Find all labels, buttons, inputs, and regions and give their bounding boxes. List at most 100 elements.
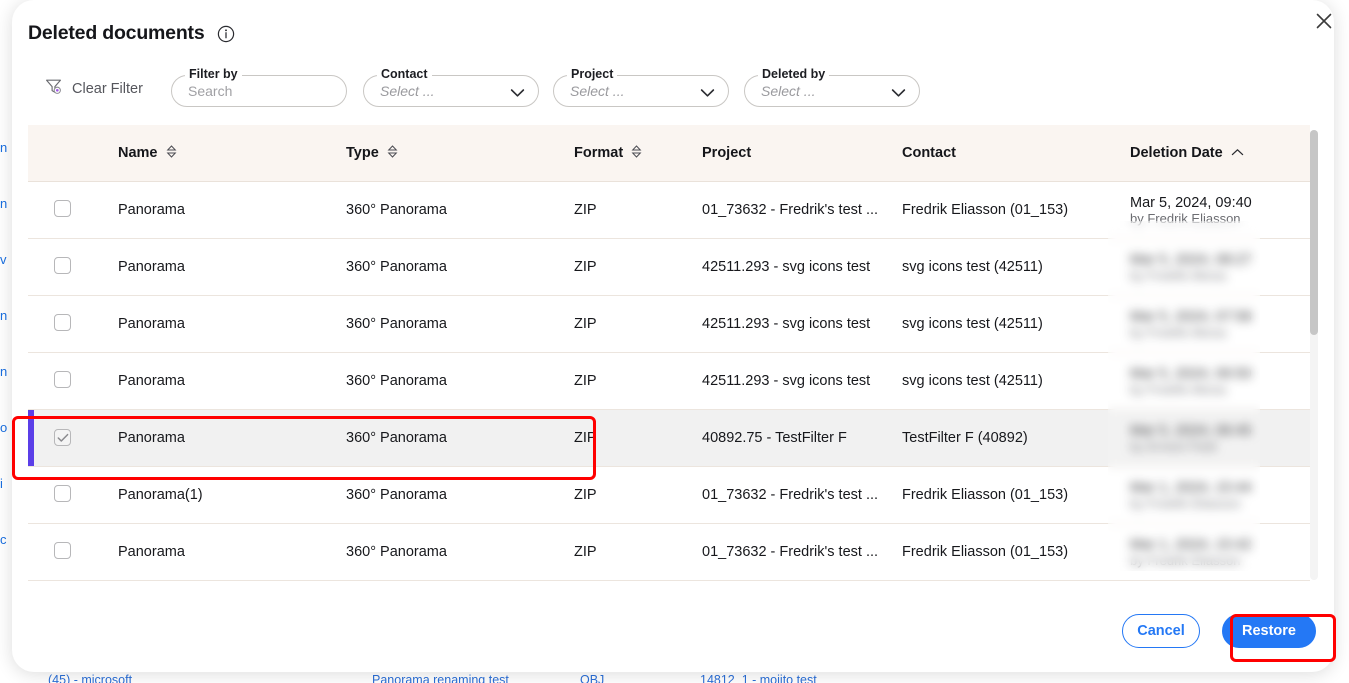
row-checkbox-cell[interactable] (28, 296, 102, 353)
sort-updown-icon[interactable] (166, 145, 177, 162)
table-body: Panorama360° PanoramaZIP01_73632 - Fredr… (28, 182, 1310, 581)
row-checkbox[interactable] (54, 314, 71, 331)
cell-format: ZIP (558, 182, 686, 239)
cell-deletion-date: Mar 5, 2024, 08:27by Fredrik Alicea (1114, 239, 1310, 296)
contact-select[interactable]: Contact Select ... (363, 75, 539, 107)
filter-by-field[interactable]: Filter by Search (171, 75, 347, 107)
table-row[interactable]: Panorama360° PanoramaZIP42511.293 - svg … (28, 353, 1310, 410)
cell-type-text: 360° Panorama (330, 430, 558, 446)
cell-type: 360° Panorama (330, 524, 558, 581)
row-checkbox[interactable] (54, 257, 71, 274)
cell-contact: svg icons test (42511) (886, 239, 1114, 296)
row-checkbox-cell[interactable] (28, 524, 102, 581)
background-bottom-text: Panorama renaming test (372, 673, 509, 683)
column-header-contact[interactable]: Contact (886, 125, 1114, 182)
cell-name: Panorama (102, 410, 330, 467)
deletion-date-author: by Ernest Field (1130, 439, 1310, 454)
cell-name: Panorama (102, 296, 330, 353)
table-scrollbar[interactable] (1310, 130, 1318, 580)
cell-name: Panorama (102, 353, 330, 410)
row-checkbox[interactable] (54, 429, 71, 446)
column-header-deletion-date[interactable]: Deletion Date (1114, 125, 1310, 182)
column-header-project[interactable]: Project (686, 125, 886, 182)
restore-button[interactable]: Restore (1222, 614, 1316, 648)
table-row[interactable]: Panorama360° PanoramaZIP42511.293 - svg … (28, 296, 1310, 353)
cell-format-text: ZIP (558, 487, 686, 503)
row-checkbox[interactable] (54, 371, 71, 388)
deleted-by-legend: Deleted by (758, 67, 829, 81)
filter-bar: Clear Filter Filter by Search Contact Se… (28, 70, 1318, 116)
cell-format-text: ZIP (558, 430, 686, 446)
cell-deletion-date: Mar 5, 2024, 07:58by Fredrik Alicea (1114, 296, 1310, 353)
background-bottom-text: 14812_1 - mojito test (700, 673, 817, 683)
cell-format-text: ZIP (558, 259, 686, 275)
cancel-button[interactable]: Cancel (1122, 614, 1200, 648)
cell-type-text: 360° Panorama (330, 487, 558, 503)
cell-type-text: 360° Panorama (330, 259, 558, 275)
clear-filter-button[interactable]: Clear Filter (44, 77, 143, 100)
cell-deletion-date: Mar 5, 2024, 06:50by Fredrik Alicea (1114, 353, 1310, 410)
row-checkbox-cell[interactable] (28, 182, 102, 239)
deletion-date-value: Mar 5, 2024, 06:45 (1130, 423, 1310, 439)
table-row[interactable]: Panorama360° PanoramaZIP01_73632 - Fredr… (28, 182, 1310, 239)
deletion-date-author: by Fredrik Eliasson (1130, 211, 1310, 226)
table-row[interactable]: Panorama360° PanoramaZIP01_73632 - Fredr… (28, 524, 1310, 581)
column-header-format[interactable]: Format (558, 125, 686, 182)
row-checkbox[interactable] (54, 542, 71, 559)
cell-format-text: ZIP (558, 373, 686, 389)
deletion-date-author: by Fredrik Eliasson (1130, 553, 1310, 568)
cell-type: 360° Panorama (330, 296, 558, 353)
cell-name-text: Panorama (102, 430, 330, 446)
deleted-by-select[interactable]: Deleted by Select ... (744, 75, 920, 107)
table-row[interactable]: Panorama360° PanoramaZIP42511.293 - svg … (28, 239, 1310, 296)
cell-project: 42511.293 - svg icons test (686, 353, 886, 410)
table-scrollbar-thumb[interactable] (1310, 130, 1318, 335)
row-checkbox[interactable] (54, 485, 71, 502)
deletion-date-author: by Fredrik Alicea (1130, 325, 1310, 340)
cell-contact-text: Fredrik Eliasson (01_153) (886, 544, 1114, 560)
row-checkbox-cell[interactable] (28, 410, 102, 467)
cell-project: 40892.75 - TestFilter F (686, 410, 886, 467)
chevron-down-icon[interactable] (891, 85, 906, 103)
sort-updown-icon[interactable] (631, 145, 642, 162)
cell-project-text: 42511.293 - svg icons test (686, 316, 886, 332)
table-row[interactable]: Panorama(1)360° PanoramaZIP01_73632 - Fr… (28, 467, 1310, 524)
cell-contact: Fredrik Eliasson (01_153) (886, 524, 1114, 581)
close-icon[interactable] (1309, 6, 1339, 36)
project-select[interactable]: Project Select ... (553, 75, 729, 107)
cell-project-text: 40892.75 - TestFilter F (686, 430, 886, 446)
contact-legend: Contact (377, 67, 432, 81)
cell-contact: svg icons test (42511) (886, 353, 1114, 410)
cell-contact: TestFilter F (40892) (886, 410, 1114, 467)
table-header-row: Name Type (28, 125, 1310, 182)
deletion-date-value: Mar 5, 2024, 08:27 (1130, 252, 1310, 268)
cell-format: ZIP (558, 410, 686, 467)
cell-format-text: ZIP (558, 202, 686, 218)
row-checkbox-cell[interactable] (28, 239, 102, 296)
sort-updown-icon[interactable] (387, 145, 398, 162)
deletion-date-author: by Fredrik Alicea (1130, 382, 1310, 397)
chevron-down-icon[interactable] (510, 85, 525, 103)
cell-format-text: ZIP (558, 544, 686, 560)
cell-contact-text: svg icons test (42511) (886, 316, 1114, 332)
info-icon[interactable] (217, 25, 235, 43)
cell-contact-text: TestFilter F (40892) (886, 430, 1114, 446)
cell-contact-text: svg icons test (42511) (886, 259, 1114, 275)
table-row[interactable]: Panorama360° PanoramaZIP40892.75 - TestF… (28, 410, 1310, 467)
cell-name-text: Panorama(1) (102, 487, 330, 503)
row-checkbox-cell[interactable] (28, 467, 102, 524)
deletion-date-value: Mar 5, 2024, 07:58 (1130, 309, 1310, 325)
row-checkbox-cell[interactable] (28, 353, 102, 410)
cell-name-text: Panorama (102, 316, 330, 332)
row-checkbox[interactable] (54, 200, 71, 217)
clear-filter-label: Clear Filter (72, 81, 143, 97)
sort-ascending-icon[interactable] (1231, 145, 1244, 161)
cell-name-text: Panorama (102, 544, 330, 560)
search-input[interactable]: Search (188, 83, 232, 99)
chevron-down-icon[interactable] (700, 85, 715, 103)
column-header-type[interactable]: Type (330, 125, 558, 182)
table-header: Name Type (28, 125, 1310, 182)
column-header-name[interactable]: Name (102, 125, 330, 182)
cell-name-text: Panorama (102, 373, 330, 389)
column-label-type: Type (346, 145, 379, 161)
